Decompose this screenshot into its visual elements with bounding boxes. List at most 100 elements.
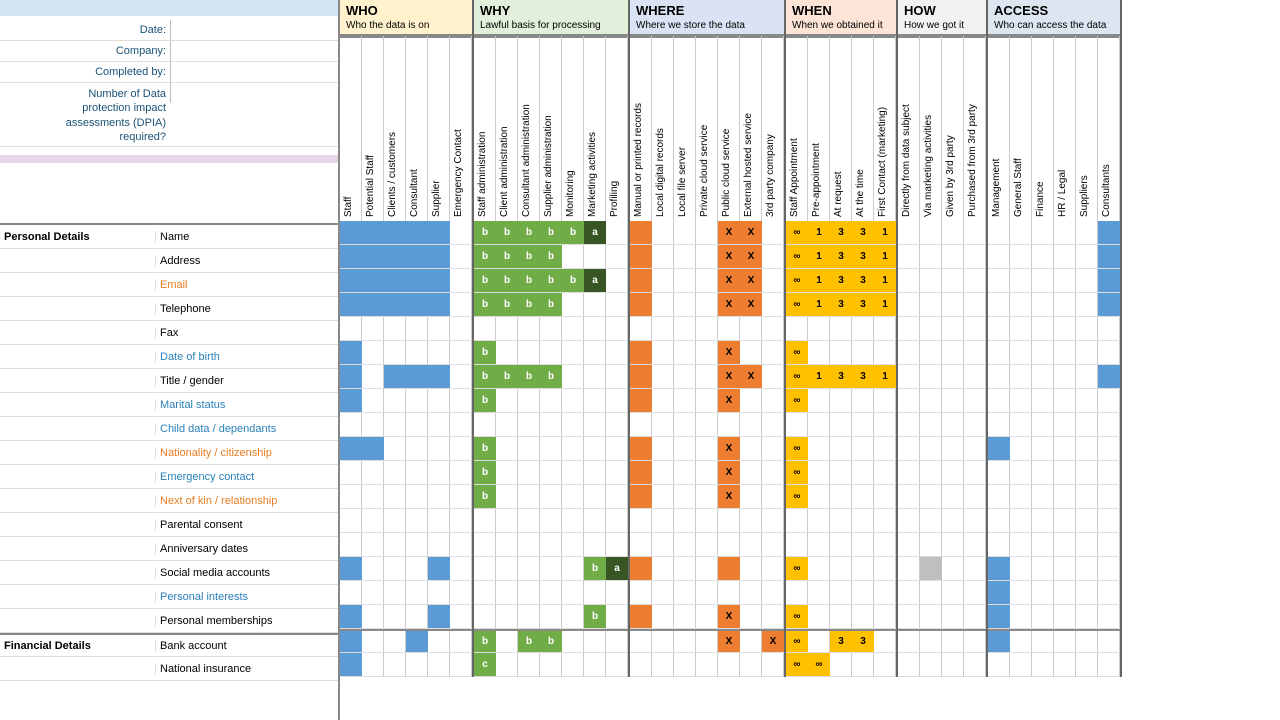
cell-why-0-4: b [562,221,584,245]
cell-who-13-4 [428,533,450,557]
cell-when-2-2: 3 [830,269,852,293]
cell-who-18-5 [450,653,472,677]
cell-where-2-5: X [740,269,762,293]
row-label: Bank account [155,640,338,652]
cell-how-7-3 [964,389,986,413]
cell-when-10-0: ∞ [786,461,808,485]
cell-who-4-5 [450,317,472,341]
cell-how-13-3 [964,533,986,557]
cell-why-1-6 [606,245,628,269]
col-where-2: Local file server [674,36,696,677]
cell-when-6-3: 3 [852,365,874,389]
cell-where-11-1 [652,485,674,509]
cell-when-8-2 [830,413,852,437]
col-header-why-1: Client administration [496,36,517,221]
left-row: Personal memberships [0,609,338,633]
cell-where-3-5: X [740,293,762,317]
col-header-where-5: External hosted service [740,36,761,221]
cell-who-3-1 [362,293,384,317]
cell-how-10-3 [964,461,986,485]
cell-where-18-2 [674,653,696,677]
cell-why-18-1 [496,653,518,677]
section-header-who: WHO [340,0,472,20]
cell-why-0-0: b [474,221,496,245]
cell-where-6-4: X [718,365,740,389]
cell-why-16-2 [518,605,540,629]
cell-who-12-2 [384,509,406,533]
cell-when-6-4: 1 [874,365,896,389]
cell-where-16-0 [630,605,652,629]
cell-how-5-2 [942,341,964,365]
left-row: Personal DetailsName [0,225,338,249]
cell-how-1-2 [942,245,964,269]
date-input[interactable] [170,20,338,40]
cell-how-16-3 [964,605,986,629]
cell-where-2-3 [696,269,718,293]
right-scroll-panel[interactable]: WHOWho the data is onStaffPotential Staf… [340,0,1280,720]
cell-where-18-5 [740,653,762,677]
completed-by-input[interactable] [170,62,338,82]
cell-how-11-1 [920,485,942,509]
left-row: Telephone [0,297,338,321]
cell-who-16-4 [428,605,450,629]
left-row: Date of birth [0,345,338,369]
left-row: Marital status [0,393,338,417]
cell-why-14-4 [562,557,584,581]
cell-where-7-6 [762,389,784,413]
cell-where-6-2 [674,365,696,389]
cell-why-7-0: b [474,389,496,413]
row-label: Parental consent [155,519,338,531]
cell-why-5-0: b [474,341,496,365]
left-panel: Date: Company: Completed by: Number of D… [0,0,340,720]
cell-access-0-1 [1010,221,1032,245]
cell-how-15-3 [964,581,986,605]
cell-who-12-0 [340,509,362,533]
dpia-input[interactable] [170,83,338,103]
col-header-access-4: Suppliers [1076,36,1097,221]
cell-how-16-1 [920,605,942,629]
col-header-how-0: Directly from data subject [898,36,919,221]
cell-why-8-3 [540,413,562,437]
cell-who-8-3 [406,413,428,437]
cell-when-13-1 [808,533,830,557]
left-row: Financial DetailsBank account [0,633,338,657]
cell-access-12-5 [1098,509,1120,533]
col-header-why-0: Staff administration [474,36,495,221]
cell-why-11-6 [606,485,628,509]
cell-how-7-0 [898,389,920,413]
col-who-0: Staff [340,36,362,677]
cell-who-7-1 [362,389,384,413]
cell-how-17-1 [920,629,942,653]
cell-where-10-4: X [718,461,740,485]
cell-who-2-4 [428,269,450,293]
cell-access-9-3 [1054,437,1076,461]
cell-why-17-2: b [518,629,540,653]
cell-where-7-0 [630,389,652,413]
cell-how-8-1 [920,413,942,437]
cell-why-18-5 [584,653,606,677]
section-where: WHEREWhere we store the dataManual or pr… [630,0,786,677]
cell-where-0-4: X [718,221,740,245]
cell-who-6-2 [384,365,406,389]
col-how-3: Purchased from 3rd party [964,36,986,677]
cell-why-4-6 [606,317,628,341]
cell-when-15-0 [786,581,808,605]
cell-access-5-2 [1032,341,1054,365]
cell-why-12-0 [474,509,496,533]
cell-access-16-4 [1076,605,1098,629]
cell-why-12-4 [562,509,584,533]
section-when: WHENWhen we obtained itStaff Appointment… [786,0,898,677]
cell-how-2-0 [898,269,920,293]
cell-access-16-1 [1010,605,1032,629]
cell-why-10-0: b [474,461,496,485]
cell-why-11-2 [518,485,540,509]
cell-where-3-2 [674,293,696,317]
left-row: Email [0,273,338,297]
cell-access-9-0 [988,437,1010,461]
company-input[interactable] [170,41,338,61]
cell-where-16-2 [674,605,696,629]
cell-why-5-5 [584,341,606,365]
cell-where-0-6 [762,221,784,245]
cell-when-0-1: 1 [808,221,830,245]
cell-who-1-0 [340,245,362,269]
